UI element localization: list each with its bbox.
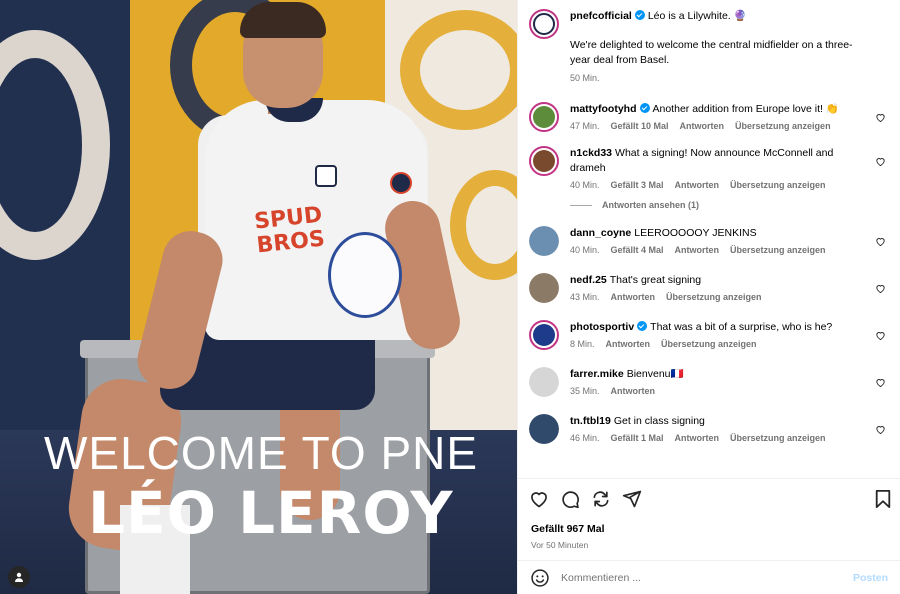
heart-icon[interactable] (875, 112, 886, 123)
post-comment-button[interactable]: Posten (853, 572, 888, 584)
comment-username[interactable]: photosportiv (570, 321, 634, 333)
avatar[interactable] (529, 320, 559, 350)
translate-button[interactable]: Übersetzung anzeigen (661, 339, 757, 349)
user-tag-button[interactable] (8, 566, 30, 588)
translate-button[interactable]: Übersetzung anzeigen (730, 180, 826, 190)
comment-icon[interactable] (560, 489, 580, 509)
post-dialog: SPUD BROS WELCOME TO PNE LÉO LEROY pnefc… (0, 0, 900, 594)
comment-likes[interactable]: Gefällt 1 Mal (611, 433, 664, 443)
heart-icon[interactable] (875, 283, 886, 294)
comment-username[interactable]: n1ckd33 (570, 147, 612, 159)
comment-username[interactable]: farrer.mike (570, 368, 624, 380)
translate-button[interactable]: Übersetzung anzeigen (666, 292, 762, 302)
comment-text: That's great signing (609, 274, 702, 286)
reply-button[interactable]: Antworten (611, 386, 656, 396)
send-icon[interactable] (622, 489, 642, 509)
comment-time[interactable]: 35 Min. (570, 386, 600, 396)
shirt-sponsor: SPUD BROS (253, 202, 327, 259)
avatar[interactable] (529, 273, 559, 303)
heart-icon[interactable] (529, 489, 549, 509)
verified-icon (634, 10, 645, 20)
comment-text: Get in class signing (613, 415, 705, 427)
league-patch-icon (390, 172, 412, 194)
reply-button[interactable]: Antworten (680, 121, 725, 131)
overlay-player-name: LÉO LEROY (88, 479, 454, 547)
comment-text: LEEROOOOOY JENKINS (634, 227, 757, 239)
heart-icon[interactable] (875, 156, 886, 167)
caption-time[interactable]: 50 Min. (570, 73, 600, 83)
avatar[interactable] (529, 146, 559, 176)
comment-likes[interactable]: Gefällt 3 Mal (611, 180, 664, 190)
reply-button[interactable]: Antworten (675, 180, 720, 190)
replies-divider (570, 204, 592, 206)
comment-time[interactable]: 47 Min. (570, 121, 600, 131)
comment-text: Another addition from Europe love it! 👏 (652, 103, 839, 115)
comment-item: dann_coyne LEEROOOOOY JENKINS 40 Min. Gefä… (529, 226, 886, 256)
comment-item: n1ckd33 What a signing! Now announce McCo… (529, 146, 886, 190)
avatar[interactable] (529, 9, 559, 39)
comment-time[interactable]: 46 Min. (570, 433, 600, 443)
post-timestamp[interactable]: Vor 50 Minuten (531, 540, 588, 550)
caption-username[interactable]: pnefcofficial (570, 10, 632, 22)
comment-item: nedf.25 That's great signing 43 Min. Antwo… (529, 273, 886, 303)
heart-icon[interactable] (875, 424, 886, 435)
likes-count[interactable]: Gefällt 967 Mal (531, 523, 605, 535)
add-comment-bar: Posten (518, 560, 900, 594)
comment-item: photosportiv That was a bit of a surprise… (529, 320, 886, 350)
comment-input[interactable] (561, 571, 853, 584)
avatar[interactable] (529, 102, 559, 132)
translate-button[interactable]: Übersetzung anzeigen (730, 433, 826, 443)
comment-list[interactable]: pnefcofficial Léo is a Lilywhite. 🔮 We're… (518, 0, 900, 478)
overlay-headline: WELCOME TO PNE (44, 427, 479, 479)
bookmark-icon[interactable] (874, 489, 892, 509)
post-image[interactable]: SPUD BROS WELCOME TO PNE LÉO LEROY (0, 0, 517, 594)
view-replies-label: Antworten ansehen (1) (602, 200, 700, 210)
comment-username[interactable]: nedf.25 (570, 274, 607, 286)
comment-time[interactable]: 8 Min. (570, 339, 595, 349)
player-hair (240, 2, 326, 38)
comment-item: farrer.mike Bienvenu🇫🇷 35 Min. Antworten (529, 367, 886, 397)
verified-icon (637, 321, 648, 331)
caption-body: We're delighted to welcome the central m… (570, 39, 853, 66)
heart-icon[interactable] (875, 330, 886, 341)
translate-button[interactable]: Übersetzung anzeigen (735, 121, 831, 131)
emoji-icon[interactable] (530, 568, 550, 588)
comment-item: mattyfootyhd Another addition from Europe… (529, 102, 886, 132)
football-icon (328, 232, 402, 318)
avatar[interactable] (529, 367, 559, 397)
comment-text: That was a bit of a surprise, who is he? (650, 321, 833, 333)
comment-username[interactable]: mattyfootyhd (570, 103, 637, 115)
comment-username[interactable]: tn.ftbl19 (570, 415, 611, 427)
share-icon[interactable] (591, 489, 611, 509)
reply-button[interactable]: Antworten (611, 292, 656, 302)
comment-time[interactable]: 43 Min. (570, 292, 600, 302)
verified-icon (639, 103, 650, 113)
avatar[interactable] (529, 226, 559, 256)
comments-panel: pnefcofficial Léo is a Lilywhite. 🔮 We're… (517, 0, 900, 594)
reply-button[interactable]: Antworten (675, 245, 720, 255)
reply-button[interactable]: Antworten (606, 339, 651, 349)
reply-button[interactable]: Antworten (675, 433, 720, 443)
avatar[interactable] (529, 414, 559, 444)
comment-time[interactable]: 40 Min. (570, 180, 600, 190)
comment-text: Bienvenu🇫🇷 (626, 368, 684, 380)
comment-username[interactable]: dann_coyne (570, 227, 631, 239)
translate-button[interactable]: Übersetzung anzeigen (730, 245, 826, 255)
heart-icon[interactable] (875, 377, 886, 388)
caption-text: Léo is a Lilywhite. 🔮 (647, 10, 747, 22)
heart-icon[interactable] (875, 236, 886, 247)
view-replies-button[interactable]: Antworten ansehen (1) (570, 200, 886, 210)
comment-time[interactable]: 40 Min. (570, 245, 600, 255)
user-tag-icon (15, 572, 23, 582)
club-crest-icon (315, 165, 337, 187)
comment-likes[interactable]: Gefällt 10 Mal (611, 121, 669, 131)
comment-likes[interactable]: Gefällt 4 Mal (611, 245, 664, 255)
post-actions: Gefällt 967 Mal Vor 50 Minuten Posten (518, 478, 900, 594)
post-caption: pnefcofficial Léo is a Lilywhite. 🔮 We're… (529, 0, 886, 83)
comment-item: tn.ftbl19 Get in class signing 46 Min. Gef… (529, 414, 886, 444)
